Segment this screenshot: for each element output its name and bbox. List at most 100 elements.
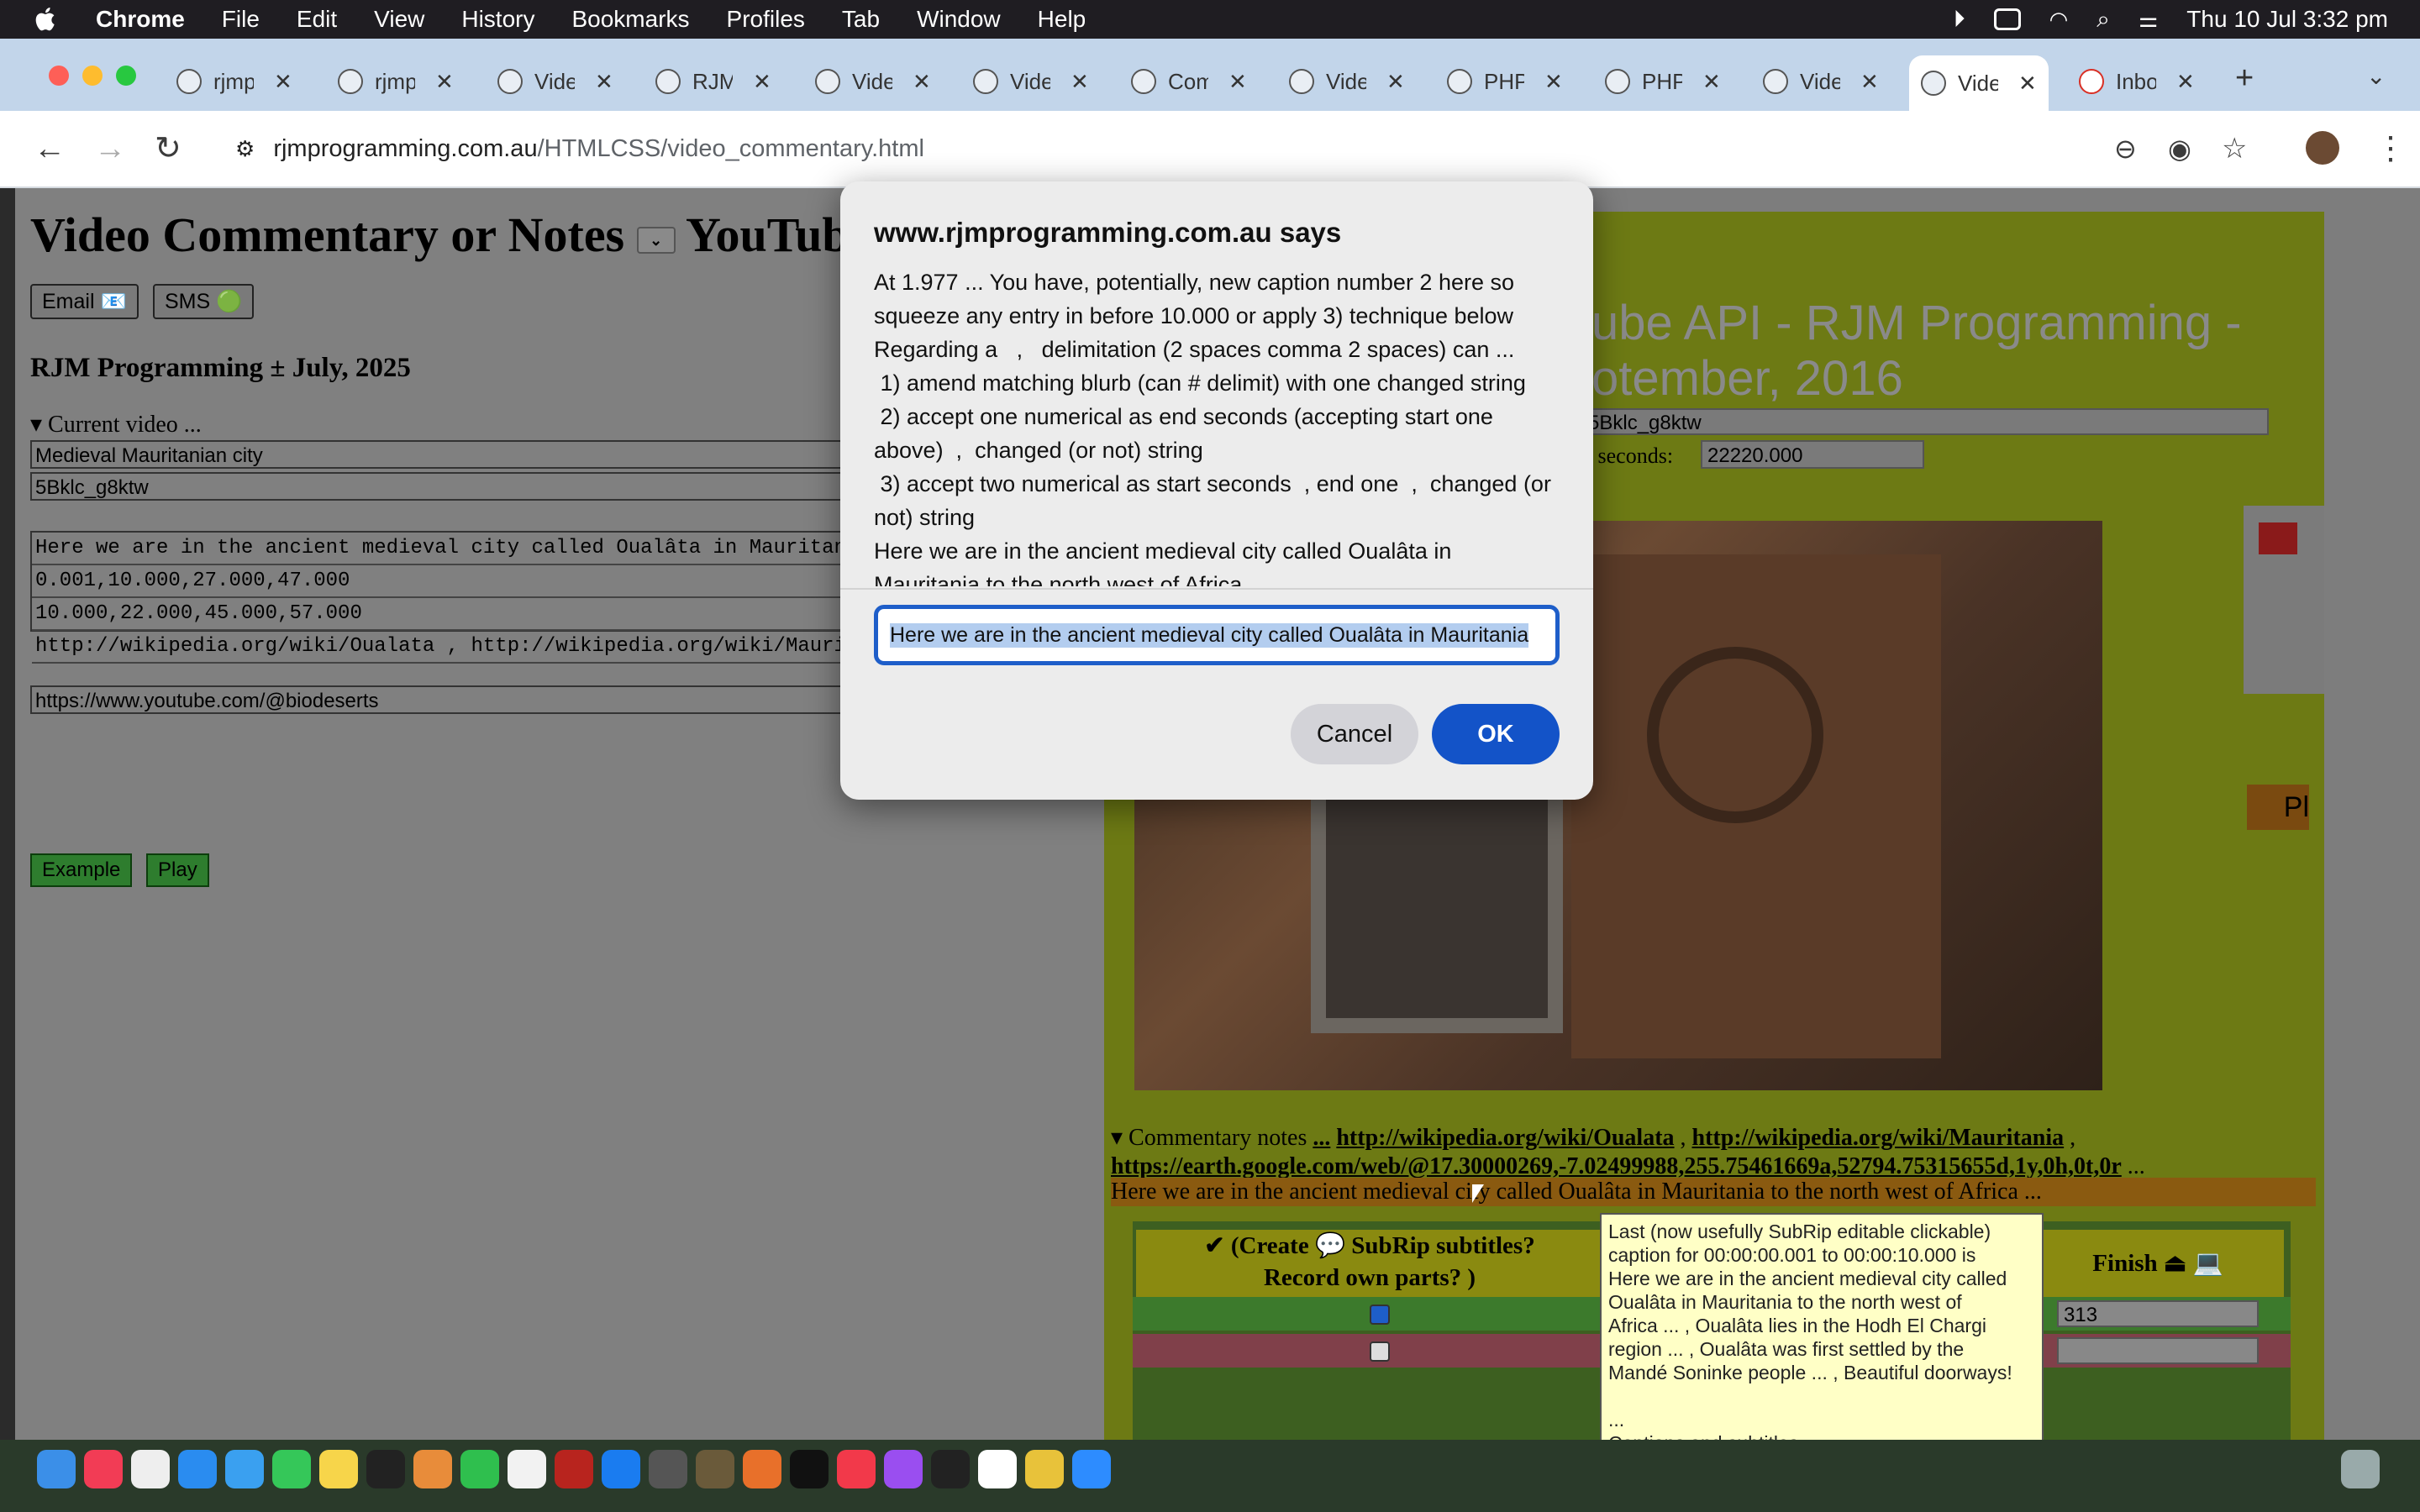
preview-icon[interactable]: [696, 1450, 734, 1488]
menu-history[interactable]: History: [461, 6, 534, 33]
calendar-icon[interactable]: [978, 1450, 1017, 1488]
tab-close-icon[interactable]: ✕: [595, 69, 613, 95]
row-checkbox[interactable]: [1370, 1341, 1390, 1362]
play-button[interactable]: Play: [146, 853, 209, 887]
battery-icon[interactable]: [1993, 8, 2021, 30]
notes-icon[interactable]: [319, 1450, 358, 1488]
title-dropdown[interactable]: ⌄: [636, 226, 676, 254]
side-pl-label[interactable]: Pl: [2247, 785, 2309, 830]
menu-bookmarks[interactable]: Bookmarks: [571, 6, 689, 33]
browser-tab[interactable]: Vide ✕: [1763, 55, 1879, 108]
tab-close-icon[interactable]: ✕: [1702, 69, 1721, 95]
browser-tab[interactable]: Vide ✕: [497, 55, 613, 108]
yt-id-field[interactable]: 5Bklc_g8ktw: [1581, 408, 2269, 435]
table-header-create-line1[interactable]: ✔ (Create 💬 SubRip subtitles?: [1136, 1230, 1603, 1262]
browser-tab[interactable]: RJM ✕: [655, 55, 771, 108]
address-bar[interactable]: ⚙ rjmprogramming.com.au/HTMLCSS/video_co…: [220, 123, 2254, 175]
tab-close-icon[interactable]: ✕: [435, 69, 454, 95]
spotlight-search-icon[interactable]: ⌕: [2096, 6, 2110, 34]
menu-edit[interactable]: Edit: [297, 6, 337, 33]
menu-clock[interactable]: Thu 10 Jul 3:32 pm: [2186, 6, 2388, 33]
current-video-summary[interactable]: ▾ Current video ...: [30, 410, 202, 438]
facetime-icon[interactable]: [460, 1450, 499, 1488]
menu-profiles[interactable]: Profiles: [727, 6, 805, 33]
menu-app-chrome[interactable]: Chrome: [96, 6, 185, 33]
podcasts-icon[interactable]: [884, 1450, 923, 1488]
browser-tab[interactable]: rjmp ✕: [338, 55, 454, 108]
browser-tab-active[interactable]: Vide ✕: [1909, 55, 2049, 111]
back-arrow-icon[interactable]: ←: [34, 129, 66, 168]
eye-slash-icon[interactable]: ◉: [2168, 129, 2191, 168]
browser-tab[interactable]: Vide ✕: [815, 55, 931, 108]
firefox-icon[interactable]: [743, 1450, 781, 1488]
tab-close-icon[interactable]: ✕: [1071, 69, 1089, 95]
apple-menu-icon[interactable]: [32, 5, 60, 34]
trash-icon[interactable]: [2341, 1450, 2380, 1488]
tab-close-icon[interactable]: ✕: [2176, 69, 2195, 95]
news-icon[interactable]: [837, 1450, 876, 1488]
wiki-oualata-link[interactable]: http://wikipedia.org/wiki/Oualata: [1336, 1125, 1674, 1151]
finish-field[interactable]: 313: [2057, 1300, 2259, 1327]
app-store-icon[interactable]: [602, 1450, 640, 1488]
tab-search-chevron-icon[interactable]: ⌄: [2366, 62, 2386, 90]
browser-tab[interactable]: Com ✕: [1131, 55, 1247, 108]
window-minimize-button[interactable]: [82, 66, 103, 86]
cancel-button[interactable]: Cancel: [1291, 704, 1418, 764]
tab-close-icon[interactable]: ✕: [2018, 71, 2037, 97]
browser-tab[interactable]: PHP ✕: [1605, 55, 1721, 108]
finder-icon[interactable]: [37, 1450, 76, 1488]
tab-close-icon[interactable]: ✕: [1544, 69, 1563, 95]
browser-tab[interactable]: Vide ✕: [973, 55, 1089, 108]
browser-tab[interactable]: Vide ✕: [1289, 55, 1405, 108]
google-earth-link[interactable]: https://earth.google.com/web/@17.3000026…: [1111, 1153, 2122, 1179]
chrome-icon[interactable]: [1025, 1450, 1064, 1488]
browser-tab[interactable]: Inbo ✕: [2079, 55, 2195, 108]
wiki-mauritania-link[interactable]: http://wikipedia.org/wiki/Mauritania: [1692, 1125, 2065, 1151]
apple-tv-icon[interactable]: [790, 1450, 829, 1488]
zoom-icon[interactable]: ⊖: [2114, 129, 2137, 168]
control-center-icon[interactable]: ⚌: [2139, 7, 2158, 33]
browser-tab[interactable]: rjmp ✕: [176, 55, 292, 108]
launchpad-icon[interactable]: [413, 1450, 452, 1488]
filezilla-icon[interactable]: [555, 1450, 593, 1488]
email-button[interactable]: Email 📧: [30, 284, 139, 319]
reminders-icon[interactable]: [131, 1450, 170, 1488]
commentary-summary[interactable]: ▾ Commentary notes: [1111, 1125, 1307, 1151]
table-header-create-line2[interactable]: Record own parts? ): [1136, 1262, 1603, 1294]
dialog-text-input[interactable]: Here we are in the ancient medieval city…: [874, 605, 1560, 665]
textedit-icon[interactable]: [508, 1450, 546, 1488]
menu-view[interactable]: View: [374, 6, 424, 33]
menu-window[interactable]: Window: [917, 6, 1001, 33]
forward-arrow-icon[interactable]: →: [94, 129, 126, 168]
reload-icon[interactable]: ↻: [155, 129, 182, 168]
window-close-button[interactable]: [49, 66, 69, 86]
ok-button[interactable]: OK: [1432, 704, 1560, 764]
stocks-icon[interactable]: [366, 1450, 405, 1488]
window-zoom-button[interactable]: [116, 66, 136, 86]
sms-button[interactable]: SMS 🟢: [153, 284, 255, 319]
commentary-dots-link[interactable]: ...: [1313, 1125, 1330, 1151]
terminal-icon[interactable]: [931, 1450, 970, 1488]
music-icon[interactable]: [84, 1450, 123, 1488]
wifi-icon[interactable]: ◠: [2049, 7, 2069, 33]
example-button[interactable]: Example: [30, 853, 133, 887]
bookmark-star-icon[interactable]: ☆: [2222, 129, 2247, 168]
site-info-icon[interactable]: ⚙: [235, 136, 255, 162]
menu-tab[interactable]: Tab: [842, 6, 880, 33]
tab-close-icon[interactable]: ✕: [1228, 69, 1247, 95]
profile-avatar[interactable]: [2306, 131, 2339, 165]
new-tab-button[interactable]: +: [2235, 60, 2254, 97]
calculator-icon[interactable]: [649, 1450, 687, 1488]
tab-close-icon[interactable]: ✕: [1860, 69, 1879, 95]
tab-close-icon[interactable]: ✕: [913, 69, 931, 95]
row-checkbox-checked[interactable]: [1370, 1305, 1390, 1325]
mail-icon[interactable]: [225, 1450, 264, 1488]
messages-icon[interactable]: [272, 1450, 311, 1488]
zoom-icon[interactable]: [1072, 1450, 1111, 1488]
seconds-field[interactable]: 22220.000: [1701, 440, 1924, 469]
browser-tab[interactable]: PHP ✕: [1447, 55, 1563, 108]
safari-icon[interactable]: [178, 1450, 217, 1488]
menu-file[interactable]: File: [222, 6, 260, 33]
menu-help[interactable]: Help: [1038, 6, 1086, 33]
tab-close-icon[interactable]: ✕: [1386, 69, 1405, 95]
